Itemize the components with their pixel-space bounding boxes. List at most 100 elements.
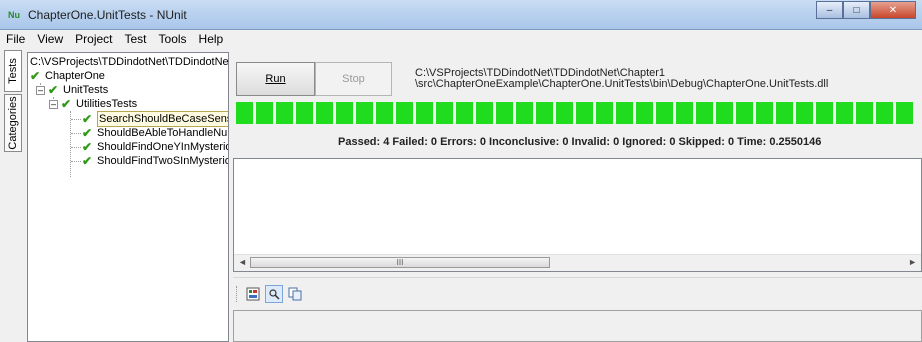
title-bar: Nu ChapterOne.UnitTests - NUnit – □ ✕ (0, 0, 922, 30)
tree-node-label: ShouldFindOneYInMysteriou (97, 141, 229, 153)
progress-segment (716, 102, 733, 124)
progress-segment (856, 102, 873, 124)
horizontal-scrollbar[interactable]: ◄ III ► (234, 254, 921, 271)
progress-segment (536, 102, 553, 124)
tree-node-test[interactable]: ✔ SearchShouldBeCaseSensitive (82, 111, 228, 127)
pass-check-icon: ✔ (82, 112, 93, 126)
output-pane[interactable] (233, 310, 922, 342)
progress-bar (236, 102, 922, 124)
menu-project[interactable]: Project (69, 32, 118, 46)
progress-segment (876, 102, 893, 124)
minimize-button[interactable]: – (816, 1, 843, 19)
side-tab-strip: Tests Categories (0, 48, 26, 342)
results-list[interactable]: ◄ III ► (233, 158, 922, 272)
menu-help[interactable]: Help (193, 32, 230, 46)
progress-segment (776, 102, 793, 124)
progress-segment (436, 102, 453, 124)
scroll-left-icon[interactable]: ◄ (238, 257, 247, 267)
progress-segment (556, 102, 573, 124)
progress-segment (816, 102, 833, 124)
progress-segment (416, 102, 433, 124)
progress-segment (796, 102, 813, 124)
stop-button-label: Stop (342, 73, 365, 85)
pass-check-icon: ✔ (48, 83, 59, 97)
stop-button[interactable]: Stop (315, 62, 392, 96)
run-button-label: Run (265, 73, 286, 85)
pass-check-icon: ✔ (82, 154, 93, 168)
progress-segment (456, 102, 473, 124)
progress-segment (376, 102, 393, 124)
menu-test[interactable]: Test (119, 32, 153, 46)
divider (233, 277, 922, 278)
tree-node-label: ShouldBeAbleToHandleNull (97, 127, 229, 139)
tree-node-label: SearchShouldBeCaseSensitive (97, 111, 228, 127)
tree-node-label: ChapterOne (45, 70, 105, 82)
tree-node-label: UnitTests (63, 84, 109, 96)
tree-node-project[interactable]: ✔ ChapterOne (30, 69, 105, 83)
maximize-button[interactable]: □ (843, 1, 870, 19)
progress-segment (636, 102, 653, 124)
tree-root-label: C:\VSProjects\TDDindotNet\TDDindotNet\ (30, 56, 229, 68)
collapse-icon[interactable]: – (49, 99, 58, 109)
tree-node-namespace[interactable]: – ✔ UnitTests (36, 83, 108, 97)
nunit-logo-icon: Nu (8, 10, 20, 20)
progress-segment (696, 102, 713, 124)
menu-bar: File View Project Test Tools Help (0, 30, 922, 48)
progress-segment (676, 102, 693, 124)
tab-categories-label: Categories (7, 96, 19, 150)
tab-categories[interactable]: Categories (4, 94, 22, 152)
close-button[interactable]: ✕ (870, 1, 916, 19)
menu-tools[interactable]: Tools (153, 32, 193, 46)
progress-segment (256, 102, 273, 124)
assembly-path-line2: \src\ChapterOneExample\ChapterOne.UnitTe… (415, 78, 829, 90)
progress-segment (276, 102, 293, 124)
menu-view[interactable]: View (31, 32, 69, 46)
progress-segment (296, 102, 313, 124)
collapse-icon[interactable]: – (36, 85, 45, 95)
progress-segment (476, 102, 493, 124)
progress-segment (356, 102, 373, 124)
progress-segment (516, 102, 533, 124)
progress-segment (316, 102, 333, 124)
progress-segment (836, 102, 853, 124)
test-tree[interactable]: C:\VSProjects\TDDindotNet\TDDindotNet\ ✔… (27, 52, 229, 342)
run-button[interactable]: Run (236, 62, 315, 96)
pass-check-icon: ✔ (30, 69, 41, 83)
tab-tests[interactable]: Tests (4, 50, 22, 92)
tree-node-label: UtilitiesTests (76, 98, 138, 110)
pass-check-icon: ✔ (82, 140, 93, 154)
progress-segment (616, 102, 633, 124)
results-summary: Passed: 4 Failed: 0 Errors: 0 Inconclusi… (338, 136, 822, 148)
progress-segment (396, 102, 413, 124)
find-icon[interactable] (265, 285, 283, 303)
tab-tests-label: Tests (7, 58, 19, 84)
scroll-right-icon[interactable]: ► (908, 257, 917, 267)
progress-segment (596, 102, 613, 124)
window-title: ChapterOne.UnitTests - NUnit (28, 8, 187, 22)
progress-segment (496, 102, 513, 124)
tree-node-test[interactable]: ✔ ShouldFindOneYInMysteriou (82, 140, 229, 154)
tree-node-fixture[interactable]: – ✔ UtilitiesTests (49, 97, 137, 111)
run-panel: Run Stop C:\VSProjects\TDDindotNet\TDDin… (233, 52, 922, 154)
toolbar-grip (236, 286, 240, 302)
output-toolbar (236, 284, 307, 304)
output-options-icon[interactable] (244, 285, 262, 303)
progress-segment (736, 102, 753, 124)
progress-segment (576, 102, 593, 124)
progress-segment (236, 102, 253, 124)
assembly-path: C:\VSProjects\TDDindotNet\TDDindotNet\Ch… (415, 68, 828, 90)
tree-node-test[interactable]: ✔ ShouldFindTwoSInMysteriou (82, 154, 229, 168)
tree-node-label: ShouldFindTwoSInMysteriou (97, 155, 229, 167)
menu-file[interactable]: File (0, 32, 31, 46)
tree-root-path[interactable]: C:\VSProjects\TDDindotNet\TDDindotNet\ (30, 55, 229, 69)
progress-segment (756, 102, 773, 124)
scrollbar-thumb[interactable]: III (250, 257, 550, 268)
copy-icon[interactable] (286, 285, 304, 303)
pass-check-icon: ✔ (82, 126, 93, 140)
tree-node-test[interactable]: ✔ ShouldBeAbleToHandleNull (82, 126, 229, 140)
window-controls: – □ ✕ (816, 1, 916, 19)
progress-segment (896, 102, 913, 124)
progress-segment (656, 102, 673, 124)
pass-check-icon: ✔ (61, 97, 72, 111)
progress-segment (336, 102, 353, 124)
